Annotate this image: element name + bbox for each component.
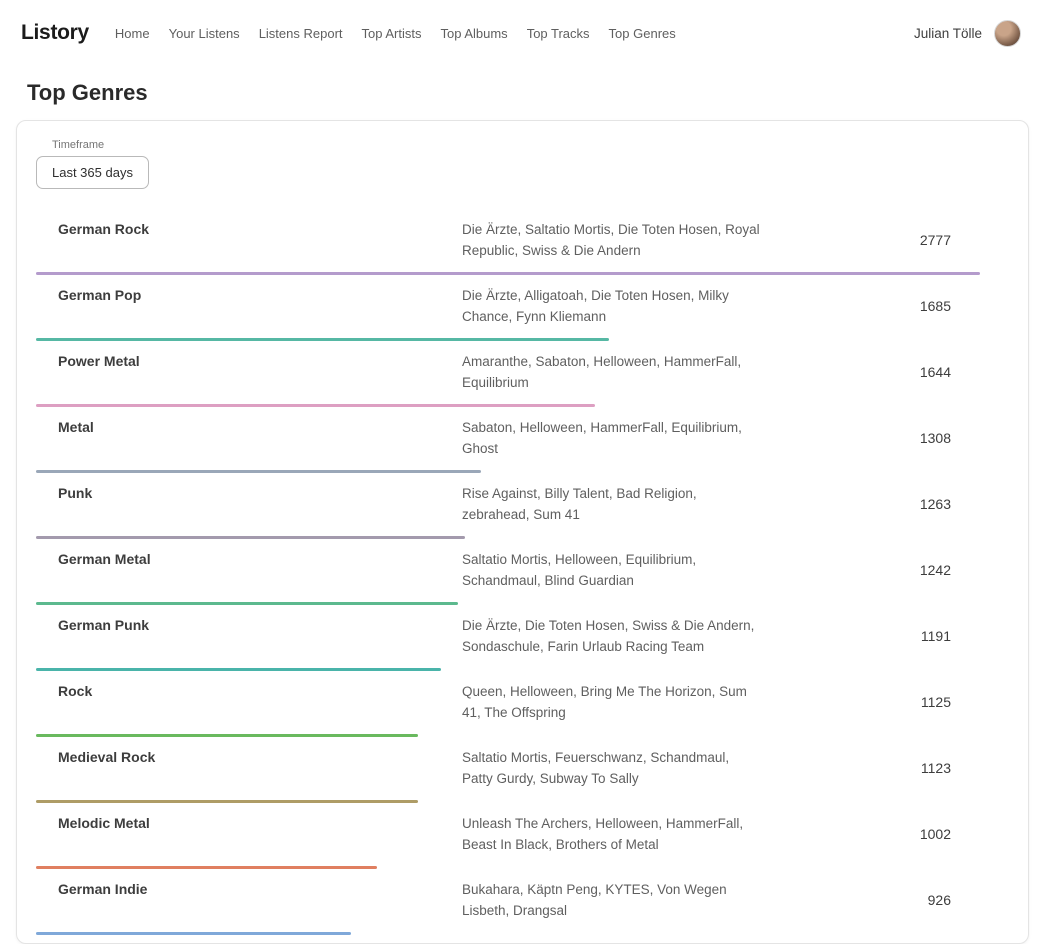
user-avatar[interactable] <box>994 20 1021 47</box>
genre-name: German Rock <box>36 219 462 237</box>
genre-name: Melodic Metal <box>36 813 462 831</box>
genre-row: MetalSabaton, Helloween, HammerFall, Equ… <box>36 407 1004 473</box>
nav-links: Home Your Listens Listens Report Top Artist… <box>115 26 676 41</box>
genre-artists: Rise Against, Billy Talent, Bad Religion… <box>462 483 762 525</box>
genre-name: Power Metal <box>36 351 462 369</box>
genre-row: German RockDie Ärzte, Saltatio Mortis, D… <box>36 209 1004 275</box>
genre-artists: Saltatio Mortis, Helloween, Equilibrium,… <box>462 549 762 591</box>
genres-table: German RockDie Ärzte, Saltatio Mortis, D… <box>36 209 1004 935</box>
genre-count: 1125 <box>762 694 1004 710</box>
genre-name: Rock <box>36 681 462 699</box>
genre-count: 1123 <box>762 760 1004 776</box>
genre-name: German Indie <box>36 879 462 897</box>
genre-row: German IndieBukahara, Käptn Peng, KYTES,… <box>36 869 1004 935</box>
genre-count: 1308 <box>762 430 1004 446</box>
genre-name: German Punk <box>36 615 462 633</box>
timeframe-value: Last 365 days <box>52 165 133 180</box>
genre-count: 1644 <box>762 364 1004 380</box>
genre-count: 926 <box>762 892 1004 908</box>
genre-artists: Die Ärzte, Saltatio Mortis, Die Toten Ho… <box>462 219 762 261</box>
genre-row: Power MetalAmaranthe, Sabaton, Helloween… <box>36 341 1004 407</box>
genre-row: Melodic MetalUnleash The Archers, Hellow… <box>36 803 1004 869</box>
nav-link-listens-report[interactable]: Listens Report <box>259 26 343 41</box>
user-name[interactable]: Julian Tölle <box>914 26 982 41</box>
genre-artists: Amaranthe, Sabaton, Helloween, HammerFal… <box>462 351 762 393</box>
nav-user-area: Julian Tölle <box>914 20 1021 47</box>
nav-link-top-genres[interactable]: Top Genres <box>609 26 676 41</box>
genre-row: German MetalSaltatio Mortis, Helloween, … <box>36 539 1004 605</box>
genre-count: 1002 <box>762 826 1004 842</box>
genre-name: Punk <box>36 483 462 501</box>
nav-link-home[interactable]: Home <box>115 26 150 41</box>
nav-link-top-albums[interactable]: Top Albums <box>440 26 507 41</box>
genre-artists: Die Ärzte, Die Toten Hosen, Swiss & Die … <box>462 615 762 657</box>
genre-name: Medieval Rock <box>36 747 462 765</box>
genre-name: Metal <box>36 417 462 435</box>
genre-row: RockQueen, Helloween, Bring Me The Horiz… <box>36 671 1004 737</box>
nav-link-top-artists[interactable]: Top Artists <box>362 26 422 41</box>
genre-artists: Bukahara, Käptn Peng, KYTES, Von Wegen L… <box>462 879 762 921</box>
page-title: Top Genres <box>27 80 1045 106</box>
genre-artists: Die Ärzte, Alligatoah, Die Toten Hosen, … <box>462 285 762 327</box>
genre-count: 1242 <box>762 562 1004 578</box>
genre-artists: Unleash The Archers, Helloween, HammerFa… <box>462 813 762 855</box>
genre-artists: Saltatio Mortis, Feuerschwanz, Schandmau… <box>462 747 762 789</box>
genre-artists: Queen, Helloween, Bring Me The Horizon, … <box>462 681 762 723</box>
genre-row: German PunkDie Ärzte, Die Toten Hosen, S… <box>36 605 1004 671</box>
genre-name: German Metal <box>36 549 462 567</box>
nav-link-your-listens[interactable]: Your Listens <box>169 26 240 41</box>
genre-name: German Pop <box>36 285 462 303</box>
genre-row: German PopDie Ärzte, Alligatoah, Die Tot… <box>36 275 1004 341</box>
timeframe-label: Timeframe <box>52 139 1004 151</box>
nav-link-top-tracks[interactable]: Top Tracks <box>527 26 590 41</box>
timeframe-select[interactable]: Last 365 days <box>36 156 149 189</box>
top-navigation: Listory Home Your Listens Listens Report To… <box>0 0 1045 66</box>
genre-artists: Sabaton, Helloween, HammerFall, Equilibr… <box>462 417 762 459</box>
genre-bar <box>36 932 351 935</box>
genre-count: 1685 <box>762 298 1004 314</box>
genre-count: 1191 <box>762 628 1004 644</box>
genre-bar-track <box>36 932 980 935</box>
genre-count: 2777 <box>762 232 1004 248</box>
app-logo[interactable]: Listory <box>21 21 89 45</box>
genre-count: 1263 <box>762 496 1004 512</box>
genre-row: PunkRise Against, Billy Talent, Bad Reli… <box>36 473 1004 539</box>
genre-row: Medieval RockSaltatio Mortis, Feuerschwa… <box>36 737 1004 803</box>
top-genres-card: Timeframe Last 365 days German RockDie Ä… <box>16 120 1029 944</box>
